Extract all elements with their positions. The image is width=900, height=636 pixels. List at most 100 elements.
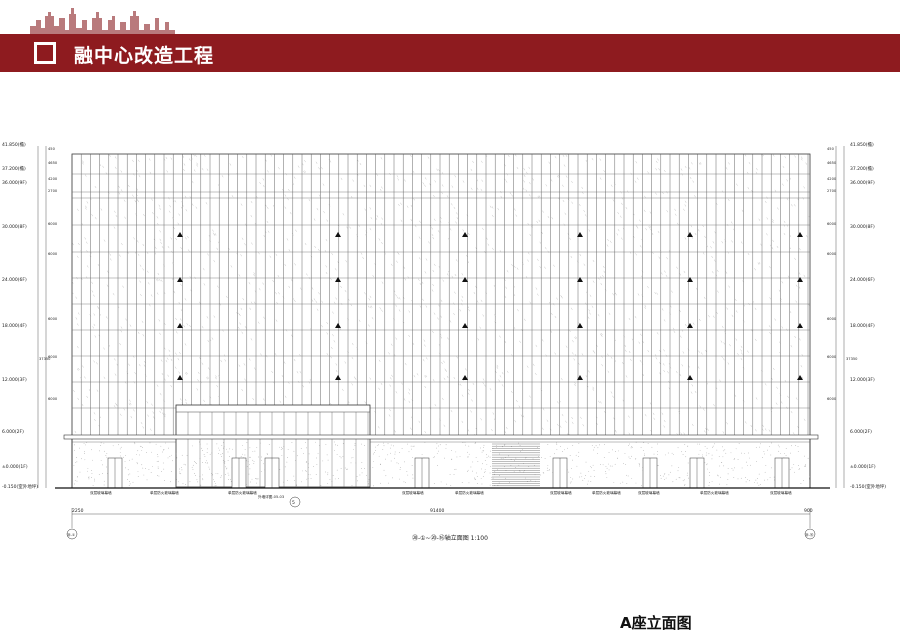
hatch-mark: [583, 263, 586, 266]
hatch-mark: [565, 420, 567, 423]
hatch-mark: [592, 386, 595, 389]
hatch-mark: [123, 199, 126, 202]
hatch-mark: [275, 292, 277, 295]
stone-dot: [118, 444, 119, 446]
hatch-mark: [367, 305, 370, 308]
stone-dot: [357, 480, 358, 482]
stone-dot: [491, 476, 492, 478]
stone-dot: [450, 485, 452, 486]
hatch-mark: [213, 233, 216, 236]
hatch-mark: [335, 370, 338, 373]
hatch-mark: [610, 391, 613, 394]
hatch-mark: [476, 187, 479, 190]
hatch-mark: [582, 424, 584, 427]
stone-dot: [704, 446, 706, 447]
hatch-mark: [297, 165, 300, 168]
hatch-mark: [406, 205, 409, 208]
stone-dot: [220, 476, 222, 478]
stone-dot: [361, 462, 363, 464]
hatch-mark: [329, 160, 332, 163]
stone-dot: [103, 480, 105, 482]
stone-dot: [614, 463, 616, 465]
stone-dot: [518, 442, 519, 444]
stone-dot: [595, 445, 597, 447]
hatch-mark: [506, 173, 508, 176]
stone-dot: [602, 464, 604, 466]
hatch-mark: [440, 315, 442, 318]
hatch-mark: [717, 290, 719, 293]
hatch-mark: [625, 375, 628, 378]
stone-dot: [305, 470, 307, 471]
elevation-drawing: 41.850(檐)37.200(檐)36.000(9F)30.000(8F)24…: [2, 141, 886, 540]
stone-dot: [547, 467, 548, 469]
hatch-mark: [542, 408, 545, 411]
hatch-mark: [120, 326, 123, 329]
stone-dot: [628, 456, 630, 458]
hatch-mark: [551, 217, 553, 220]
stone-dot: [211, 475, 213, 476]
hatch-mark: [207, 253, 209, 256]
hatch-mark: [159, 230, 161, 233]
stone-dot: [252, 459, 254, 461]
stone-dot: [480, 447, 481, 449]
stone-dot: [570, 481, 572, 483]
stone-dot: [523, 471, 525, 473]
stone-dot: [74, 480, 76, 482]
hatch-mark: [120, 189, 123, 192]
left-dim-label: 2700: [48, 189, 58, 193]
hatch-mark: [585, 375, 588, 378]
stone-dot: [214, 485, 216, 487]
hatch-mark: [269, 255, 272, 258]
hatch-mark: [438, 169, 440, 172]
hatch-mark: [684, 200, 687, 203]
stone-dot: [408, 451, 410, 453]
stone-dot: [556, 443, 558, 445]
stone-dot: [467, 469, 469, 471]
right-level-label: 12.000(3F): [850, 377, 875, 383]
marker-triangle: [687, 277, 693, 282]
hatch-mark: [684, 204, 687, 207]
hatch-mark: [628, 317, 631, 321]
hatch-mark: [610, 240, 612, 243]
stone-dot: [261, 456, 262, 458]
hatch-mark: [370, 305, 373, 308]
stone-dot: [326, 454, 328, 456]
hatch-mark: [794, 204, 796, 207]
stone-dot: [486, 464, 488, 466]
stone-dot: [148, 469, 150, 470]
hatch-mark: [326, 332, 328, 335]
stone-dot: [671, 465, 673, 467]
hatch-mark: [553, 264, 555, 267]
stone-dot: [804, 455, 805, 457]
hatch-mark: [344, 290, 347, 293]
hatch-mark: [287, 198, 289, 201]
left-dim-label: 6000: [48, 317, 58, 321]
hatch-mark: [550, 330, 552, 333]
hatch-mark: [426, 357, 428, 360]
hatch-mark: [424, 375, 426, 378]
stone-dot: [186, 454, 188, 456]
hatch-mark: [304, 170, 306, 173]
hatch-mark: [734, 394, 737, 397]
stone-dot: [754, 482, 755, 483]
hatch-mark: [193, 154, 195, 157]
hatch-mark: [77, 323, 79, 326]
hatch-mark: [608, 312, 611, 315]
hatch-mark: [203, 283, 206, 286]
hatch-mark: [75, 296, 77, 299]
hatch-mark: [711, 255, 713, 259]
hatch-mark: [572, 352, 574, 355]
stone-dot: [619, 482, 621, 484]
hatch-mark: [323, 211, 325, 214]
hatch-mark: [395, 391, 398, 394]
stone-dot: [629, 458, 631, 459]
hatch-mark: [77, 208, 79, 211]
stone-dot: [151, 451, 153, 453]
hatch-mark: [676, 371, 678, 374]
hatch-mark: [771, 247, 774, 250]
stone-dot: [577, 456, 579, 457]
stone-dot: [228, 474, 230, 476]
stone-dot: [730, 452, 732, 454]
stone-dot: [722, 446, 723, 448]
right-level-label: 41.850(檐): [850, 141, 874, 148]
